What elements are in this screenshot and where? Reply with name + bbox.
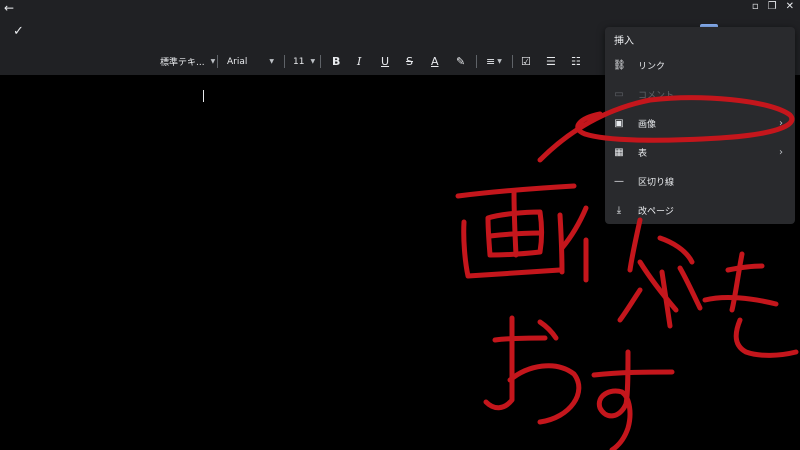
menu-item-label: 区切り線 xyxy=(638,177,675,188)
menu-item-label: 表 xyxy=(638,148,648,159)
insert-menu: 挿入 ⛓ リンク ▭ コメント ▣ 画像 › ▦ 表 › — 区切り線 ⤓ 改ペ… xyxy=(605,27,795,224)
image-icon: ▣ xyxy=(614,117,624,129)
chevron-right-icon: › xyxy=(779,117,783,129)
menu-item-link[interactable]: ⛓ リンク xyxy=(605,53,795,77)
page-break-icon: ⤓ xyxy=(616,204,622,216)
menu-item-comment[interactable]: ▭ コメント xyxy=(605,82,795,106)
done-check-icon[interactable]: ✓ xyxy=(13,24,24,39)
font-size-dropdown[interactable]: 11 ▼ xyxy=(293,48,315,75)
toolbar-divider xyxy=(284,55,285,68)
maximize-icon[interactable]: ❐ xyxy=(768,1,777,12)
table-icon: ▦ xyxy=(614,146,624,158)
font-family-dropdown[interactable]: Arial ▼ xyxy=(227,48,274,75)
menu-item-label: コメント xyxy=(638,90,675,101)
menu-item-label: リンク xyxy=(638,61,666,72)
link-icon: ⛓ xyxy=(613,59,626,71)
align-left-icon[interactable]: ≡ ▼ xyxy=(486,48,502,75)
window-titlebar: ← ▫ ❐ ✕ xyxy=(0,0,800,18)
paragraph-style-dropdown[interactable]: 標準テキ... ▼ xyxy=(160,48,215,75)
highlight-pen-icon[interactable]: ✎ xyxy=(456,48,465,75)
font-family-label: Arial xyxy=(227,56,248,67)
toolbar-divider xyxy=(512,55,513,68)
text-color-button[interactable]: A xyxy=(431,48,439,75)
chevron-down-icon: ▼ xyxy=(269,58,274,65)
toolbar-divider xyxy=(217,55,218,68)
menu-item-page-break[interactable]: ⤓ 改ページ xyxy=(605,198,795,222)
window-controls: ▫ ❐ ✕ xyxy=(752,1,794,12)
strikethrough-button[interactable]: S xyxy=(406,48,413,75)
toolbar-divider xyxy=(476,55,477,68)
minimize-icon[interactable]: ▫ xyxy=(752,1,759,12)
font-size-label: 11 xyxy=(293,56,305,67)
underline-button[interactable]: U xyxy=(381,48,389,75)
back-arrow-icon[interactable]: ← xyxy=(4,1,14,15)
comment-icon: ▭ xyxy=(614,88,624,100)
text-cursor xyxy=(203,90,204,102)
chevron-down-icon: ▼ xyxy=(210,58,216,65)
menu-item-horizontal-line[interactable]: — 区切り線 xyxy=(605,169,795,193)
paragraph-style-label: 標準テキ... xyxy=(160,58,205,68)
close-icon[interactable]: ✕ xyxy=(786,1,794,12)
menu-item-table[interactable]: ▦ 表 › xyxy=(605,140,795,164)
horizontal-line-icon: — xyxy=(614,175,624,187)
bulleted-list-icon[interactable]: ☰ xyxy=(546,48,556,75)
menu-item-image[interactable]: ▣ 画像 › xyxy=(605,111,795,135)
menu-item-label: 改ページ xyxy=(638,206,674,217)
chevron-right-icon: › xyxy=(779,146,783,158)
numbered-list-icon[interactable]: ☷ xyxy=(571,48,581,75)
menu-item-label: 画像 xyxy=(638,119,657,130)
toolbar-divider xyxy=(320,55,321,68)
chevron-down-icon: ▼ xyxy=(310,58,316,65)
italic-button[interactable]: I xyxy=(357,48,361,75)
checklist-icon[interactable]: ☑ xyxy=(521,48,531,75)
menu-title: 挿入 xyxy=(614,36,634,47)
bold-button[interactable]: B xyxy=(332,48,340,75)
